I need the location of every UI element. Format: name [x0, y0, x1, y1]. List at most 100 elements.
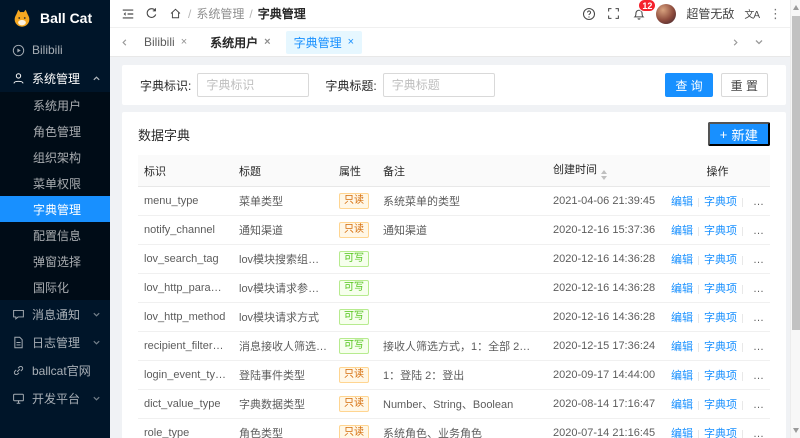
sidebar-item-message-notify[interactable]: 消息通知: [0, 300, 110, 328]
divider: [742, 226, 743, 236]
table-row: menu_type 菜单类型 只读 系统菜单的类型 2021-04-06 21:…: [138, 186, 770, 216]
dict-title-input[interactable]: [382, 73, 495, 97]
search-button[interactable]: 查 询: [665, 73, 713, 97]
sidebar-item-system-management[interactable]: 系统管理: [0, 64, 110, 92]
notification-bell[interactable]: 12: [631, 0, 657, 21]
tab-scroll-left-icon[interactable]: [120, 38, 129, 47]
divider: [698, 313, 699, 323]
question-circle-icon[interactable]: [581, 6, 596, 21]
sidebar-item-popup-select[interactable]: 弹窗选择: [0, 248, 110, 274]
tab-system-users[interactable]: 系统用户 ×: [202, 31, 278, 54]
sidebar-item-i18n[interactable]: 国际化: [0, 274, 110, 300]
tab-scroll-right-icon[interactable]: [731, 38, 740, 47]
filter-bar: 字典标识: 字典标题: 查 询 重 置: [122, 65, 786, 105]
page-tabs: Bilibili × 系统用户 × 字典管理 ×: [110, 28, 800, 57]
scroll-down-arrow-icon[interactable]: [793, 428, 799, 433]
edit-link[interactable]: 编辑: [671, 196, 693, 208]
home-icon[interactable]: [168, 6, 183, 21]
dict-title: 字典数据类型: [233, 389, 333, 419]
dict-items-link[interactable]: 字典项: [704, 399, 737, 411]
plus-icon: +: [719, 126, 728, 142]
sidebar: Ball Cat Bilibili 系统管理 系统用户 角色管理 组织架构 菜单…: [0, 0, 110, 438]
fullscreen-icon[interactable]: [606, 6, 621, 21]
sidebar-item-ballcat-site[interactable]: ballcat官网: [0, 356, 110, 384]
divider: [742, 313, 743, 323]
dict-items-link[interactable]: 字典项: [704, 225, 737, 237]
reload-icon[interactable]: [144, 6, 159, 21]
close-icon[interactable]: ×: [181, 36, 187, 48]
window-scrollbar[interactable]: [790, 0, 800, 438]
divider: [698, 197, 699, 207]
dict-items-link[interactable]: 字典项: [704, 428, 737, 438]
edit-link[interactable]: 编辑: [671, 312, 693, 324]
breadcrumb-item[interactable]: 系统管理: [196, 5, 244, 22]
close-icon[interactable]: ×: [348, 36, 354, 48]
table-row: dict_value_type 字典数据类型 只读 Number、String、…: [138, 389, 770, 419]
edit-link[interactable]: 编辑: [671, 341, 693, 353]
dict-items-link[interactable]: 字典项: [704, 196, 737, 208]
sidebar-item-system-users[interactable]: 系统用户: [0, 92, 110, 118]
sidebar-item-config-info[interactable]: 配置信息: [0, 222, 110, 248]
sidebar-item-role-management[interactable]: 角色管理: [0, 118, 110, 144]
dict-created-time: 2020-07-14 21:16:45: [547, 418, 665, 438]
dict-remarks: 接收人筛选方式，1：全部 2：用户角色 3...: [377, 331, 547, 361]
sidebar-item-log-management[interactable]: 日志管理: [0, 328, 110, 356]
dict-remarks: [377, 302, 547, 332]
dict-code: login_event_type: [138, 360, 233, 390]
scroll-up-arrow-icon[interactable]: [793, 5, 799, 10]
dict-table-card: 数据字典 + 新建 标识 标题 属性 备注 创建时间 操作 menu_type …: [122, 112, 786, 438]
create-button[interactable]: + 新建: [707, 122, 770, 146]
table-row: login_event_type 登陆事件类型 只读 1：登陆 2：登出 202…: [138, 360, 770, 390]
tab-dict-management[interactable]: 字典管理 ×: [285, 30, 363, 54]
column-header-code: 标识: [138, 155, 233, 187]
sidebar-item-organization[interactable]: 组织架构: [0, 144, 110, 170]
chevron-up-icon: [92, 74, 101, 83]
message-icon: [12, 308, 25, 321]
desktop-icon: [12, 392, 25, 405]
dict-code-input[interactable]: [197, 73, 310, 97]
table-row: recipient_filter_type 消息接收人筛选方式 可写 接收人筛选…: [138, 331, 770, 361]
dict-items-link[interactable]: 字典项: [704, 254, 737, 266]
edit-link[interactable]: 编辑: [671, 254, 693, 266]
close-icon[interactable]: ×: [264, 36, 270, 48]
edit-link[interactable]: 编辑: [671, 428, 693, 438]
sidebar-item-menu-permission[interactable]: 菜单权限: [0, 170, 110, 196]
dict-code: dict_value_type: [138, 389, 233, 419]
edit-link[interactable]: 编辑: [671, 399, 693, 411]
reset-button[interactable]: 重 置: [720, 73, 768, 97]
sort-icon[interactable]: [601, 170, 607, 180]
dict-items-link[interactable]: 字典项: [704, 283, 737, 295]
translate-icon[interactable]: 文A: [744, 6, 760, 21]
edit-link[interactable]: 编辑: [671, 370, 693, 382]
more-icon[interactable]: ⋮: [769, 6, 782, 22]
username[interactable]: 超管无敌: [686, 5, 734, 22]
divider: [698, 400, 699, 410]
sidebar-item-label: 系统管理: [32, 71, 81, 86]
tab-bilibili[interactable]: Bilibili ×: [136, 32, 195, 52]
logo[interactable]: Ball Cat: [0, 0, 110, 36]
sidebar-item-dev-platform[interactable]: 开发平台: [0, 384, 110, 412]
divider: [742, 400, 743, 410]
dict-title: lov模块搜索组件标签: [233, 244, 333, 274]
edit-link[interactable]: 编辑: [671, 283, 693, 295]
dict-remarks: Number、String、Boolean: [377, 389, 547, 419]
dict-created-time: 2020-12-15 17:36:24: [547, 331, 665, 361]
tabbar-right: [731, 37, 790, 47]
dict-items-link[interactable]: 字典项: [704, 341, 737, 353]
tab-options-chevron-icon[interactable]: [754, 37, 764, 47]
edit-link[interactable]: 编辑: [671, 225, 693, 237]
avatar[interactable]: [656, 3, 677, 24]
table-row: lov_search_tag lov模块搜索组件标签 可写 2020-12-16…: [138, 244, 770, 274]
sidebar-item-bilibili[interactable]: Bilibili: [0, 36, 110, 64]
column-header-actions: 操作: [665, 155, 770, 187]
attr-tag: 只读: [339, 193, 369, 209]
sidebar-item-dict-management[interactable]: 字典管理: [0, 196, 110, 222]
dict-items-link[interactable]: 字典项: [704, 312, 737, 324]
column-header-title: 标题: [233, 155, 333, 187]
menu-fold-icon[interactable]: [120, 6, 135, 21]
dict-code: notify_channel: [138, 215, 233, 245]
dict-items-link[interactable]: 字典项: [704, 370, 737, 382]
dict-title: 菜单类型: [233, 186, 333, 216]
scrollbar-thumb[interactable]: [792, 16, 800, 330]
attr-tag: 只读: [339, 367, 369, 383]
